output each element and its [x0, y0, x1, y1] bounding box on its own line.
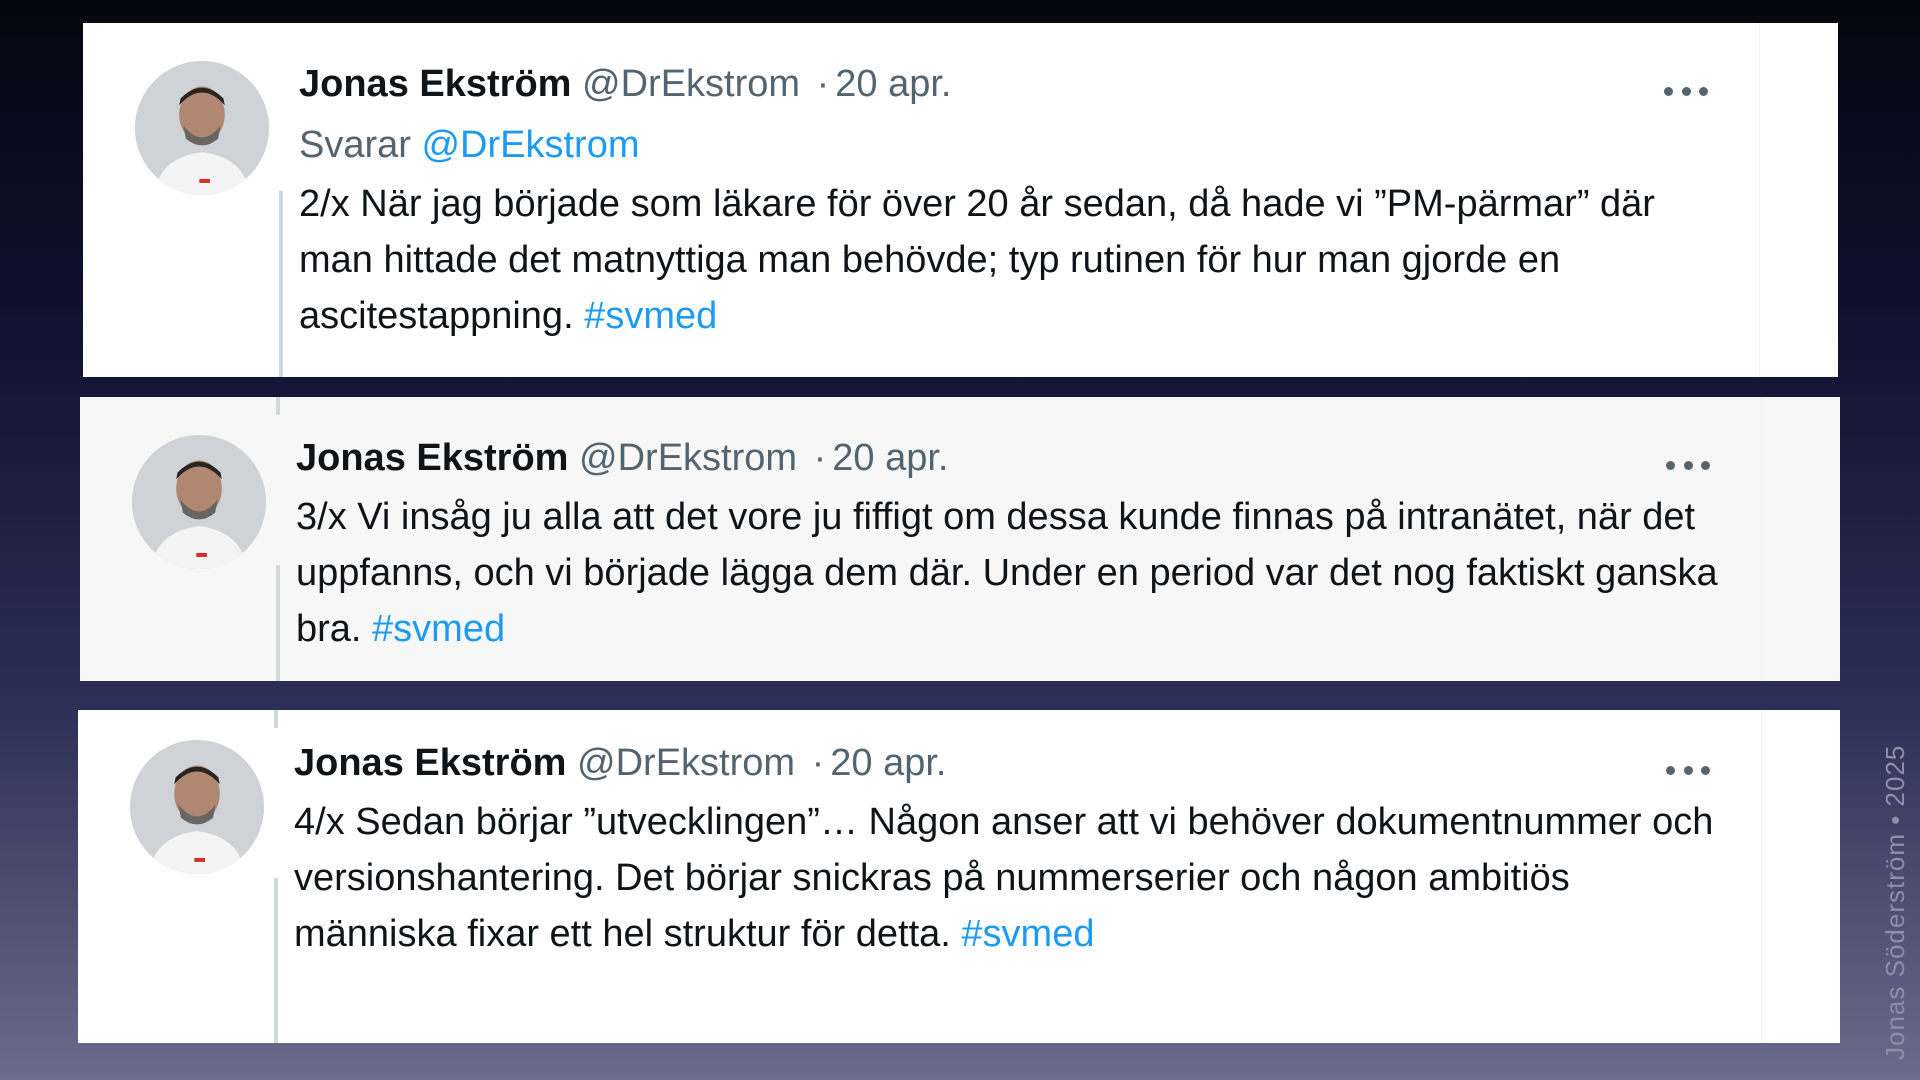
avatar-photo-icon [135, 61, 269, 195]
thread-line [274, 710, 278, 728]
tweet-text: 4/x Sedan börjar ”utvecklingen”… Någon a… [294, 794, 1720, 962]
tweet-header: Jonas Ekström @DrEkstrom · 20 apr. [296, 435, 1720, 481]
tweet-content: Jonas Ekström @DrEkstrom · 20 apr. 3/x Vi… [296, 435, 1720, 657]
card-edge [1759, 23, 1838, 377]
author-name[interactable]: Jonas Ekström [296, 437, 568, 479]
hashtag-link[interactable]: #svmed [961, 913, 1094, 955]
tweet-text-body: 2/x När jag började som läkare för över … [299, 183, 1655, 337]
separator: · [813, 437, 827, 479]
author-name[interactable]: Jonas Ekström [294, 742, 566, 784]
tweet-card-3[interactable]: Jonas Ekström @DrEkstrom · 20 apr. 4/x Se… [78, 710, 1840, 1043]
ellipsis-icon[interactable] [1666, 764, 1710, 776]
reply-context: Svarar @DrEkstrom [299, 122, 1718, 168]
avatar-photo-icon [132, 435, 266, 569]
card-edge [1761, 397, 1840, 681]
avatar[interactable] [135, 61, 269, 195]
tweet-text: 2/x När jag började som läkare för över … [299, 176, 1718, 344]
author-handle[interactable]: @DrEkstrom [577, 742, 795, 784]
ellipsis-icon[interactable] [1664, 85, 1708, 97]
thread-line [279, 191, 283, 377]
author-handle[interactable]: @DrEkstrom [579, 437, 797, 479]
avatar[interactable] [130, 740, 264, 874]
tweet-date[interactable]: 20 apr. [832, 437, 948, 479]
tweet-header: Jonas Ekström @DrEkstrom · 20 apr. [294, 740, 1720, 786]
watermark: Jonas Söderström • 2025 [1880, 744, 1910, 1060]
card-edge [1761, 710, 1840, 1043]
avatar[interactable] [132, 435, 266, 569]
tweet-date[interactable]: 20 apr. [835, 63, 951, 105]
hashtag-link[interactable]: #svmed [584, 295, 717, 337]
reply-mention-link[interactable]: @DrEkstrom [421, 124, 639, 166]
author-name[interactable]: Jonas Ekström [299, 63, 571, 105]
tweet-header: Jonas Ekström @DrEkstrom · 20 apr. [299, 61, 1718, 107]
tweet-date[interactable]: 20 apr. [830, 742, 946, 784]
separator: · [811, 742, 825, 784]
separator: · [816, 63, 830, 105]
thread-line [276, 565, 280, 681]
reply-prefix: Svarar [299, 124, 411, 166]
ellipsis-icon[interactable] [1666, 459, 1710, 471]
tweet-card-1[interactable]: Jonas Ekström @DrEkstrom · 20 apr. Svarar… [83, 23, 1838, 377]
author-handle[interactable]: @DrEkstrom [582, 63, 800, 105]
thread-line [276, 397, 280, 415]
tweet-content: Jonas Ekström @DrEkstrom · 20 apr. Svarar… [299, 61, 1718, 344]
tweet-text-body: 3/x Vi insåg ju alla att det vore ju fif… [296, 496, 1718, 650]
tweet-content: Jonas Ekström @DrEkstrom · 20 apr. 4/x Se… [294, 740, 1720, 962]
tweet-card-2[interactable]: Jonas Ekström @DrEkstrom · 20 apr. 3/x Vi… [80, 397, 1840, 681]
avatar-photo-icon [130, 740, 264, 874]
hashtag-link[interactable]: #svmed [372, 608, 505, 650]
tweet-text: 3/x Vi insåg ju alla att det vore ju fif… [296, 489, 1720, 657]
thread-line [274, 878, 278, 1043]
